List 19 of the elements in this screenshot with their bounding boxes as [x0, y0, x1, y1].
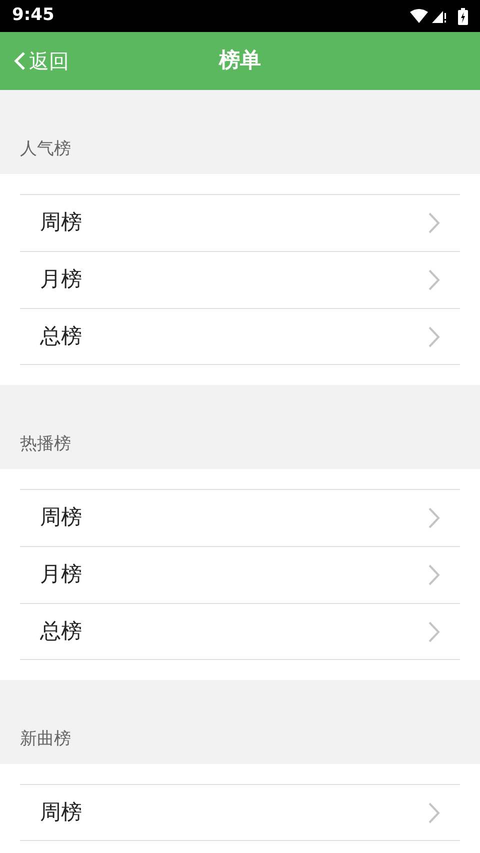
wifi-icon	[410, 9, 428, 23]
chevron-icon	[428, 269, 440, 291]
chevron-icon	[428, 620, 440, 642]
section-title: 人气榜	[20, 138, 71, 160]
signal-icon	[432, 9, 446, 23]
status-time: 9:45	[12, 4, 54, 28]
section-title: 热播榜	[20, 432, 71, 456]
list-item[interactable]: 周榜	[20, 784, 460, 841]
chevron-icon	[428, 507, 440, 529]
chevron-icon	[428, 564, 440, 586]
back-icon	[14, 51, 26, 71]
battery-icon	[458, 8, 468, 24]
section-title: 新曲榜	[20, 728, 71, 750]
chevron-icon	[428, 326, 440, 348]
chevron-icon	[428, 212, 440, 234]
list-item[interactable]: 总榜	[20, 603, 460, 660]
chevron-icon	[428, 802, 440, 824]
list-item[interactable]: 总榜	[20, 308, 460, 365]
page-title: 榜单	[219, 47, 261, 74]
